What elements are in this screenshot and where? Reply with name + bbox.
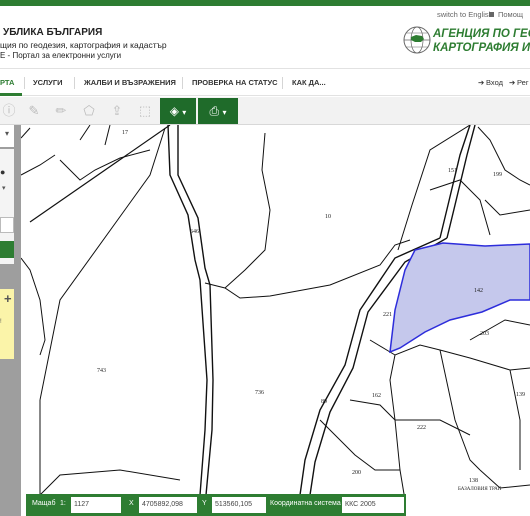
parcel-label: 199 <box>493 172 502 178</box>
parcel-label: 743 <box>97 368 106 374</box>
select-area-icon[interactable]: ⬚ <box>136 102 154 120</box>
register-link[interactable]: Рег <box>517 78 529 87</box>
main-navigation: РТА УСЛУГИ ЖАЛБИ И ВЪЗРАЖЕНИЯ ПРОВЕРКА Н… <box>0 68 530 96</box>
layers-button[interactable]: ◈ ▾ <box>160 98 196 124</box>
polygon-icon[interactable]: ⬠ <box>80 102 98 120</box>
print-button[interactable]: ⎙ ▾ <box>198 98 238 124</box>
nav-divider <box>24 77 25 89</box>
parcel-label: 162 <box>372 393 381 399</box>
panel-collapse-toggle[interactable]: ▾ <box>0 125 14 147</box>
left-side-panel: ▾ ● ▾ + ! <box>0 125 21 516</box>
pencil-icon[interactable]: ✏ <box>52 102 70 120</box>
nav-active-indicator <box>0 93 22 96</box>
plus-icon[interactable]: + <box>4 291 12 306</box>
chevron-down-icon: ▾ <box>2 185 6 192</box>
switch-language-link[interactable]: switch to English <box>437 10 493 19</box>
parcel-label: 10 <box>325 214 331 220</box>
header-title: УБЛИКА БЪЛГАРИЯ <box>3 27 103 38</box>
help-icon <box>489 12 494 17</box>
login-icon: ➔ <box>478 78 485 87</box>
chevron-down-icon: ▾ <box>222 108 227 117</box>
help-link[interactable]: Помощ <box>498 10 523 19</box>
nav-divider <box>74 77 75 89</box>
parcel-label: 203 <box>480 331 489 337</box>
scale-label: Мащаб <box>32 500 56 507</box>
parcel-label: 89 <box>321 399 327 405</box>
crs-label: Координатна система <box>270 500 341 507</box>
info-icon[interactable]: ⓘ <box>0 102 18 120</box>
marker-icon: ! <box>0 319 2 325</box>
parcel-label: 151 <box>448 168 457 174</box>
nav-divider <box>182 77 183 89</box>
search-input[interactable] <box>0 217 14 233</box>
nav-item-complaints[interactable]: ЖАЛБИ И ВЪЗРАЖЕНИЯ <box>84 78 176 87</box>
nav-divider <box>282 77 283 89</box>
location-pin-icon: ● <box>0 167 6 177</box>
status-bar: Мащаб 1: 1127 X 4705892,098 Y 513560,105… <box>26 494 406 516</box>
x-coordinate-label: X <box>129 500 134 507</box>
edit-icon[interactable]: ✎ <box>25 102 43 120</box>
scale-input[interactable]: 1127 <box>71 497 121 513</box>
parcel-label: 736 <box>255 390 264 396</box>
header-portal-name: Е - Портал за електронни услуги <box>0 51 122 60</box>
crs-select[interactable]: ККС 2005 <box>342 497 404 513</box>
scale-prefix: 1: <box>60 500 66 507</box>
map-canvas[interactable]: 17 646 10 151 199 142 221 203 743 736 89… <box>21 125 530 516</box>
parcel-label: 139 <box>516 392 525 398</box>
y-coordinate-field: 513560,105 <box>212 497 266 513</box>
parcel-label: 221 <box>383 312 392 318</box>
nav-item-map[interactable]: РТА <box>0 78 14 87</box>
parcel-label: 138 <box>469 478 478 484</box>
y-coordinate-label: Y <box>202 500 207 507</box>
parcel-label: 142 <box>474 288 483 294</box>
parcel-label: 646 <box>190 229 199 235</box>
parcel-label: 200 <box>352 470 361 476</box>
nav-item-how-to[interactable]: КАК ДА... <box>292 78 326 87</box>
search-button[interactable] <box>0 241 14 258</box>
agency-name-line2: КАРТОГРАФИЯ И К <box>433 42 530 54</box>
nav-item-services[interactable]: УСЛУГИ <box>33 78 62 87</box>
selected-parcel[interactable] <box>389 242 530 354</box>
nav-item-status-check[interactable]: ПРОВЕРКА НА СТАТУС <box>192 78 278 87</box>
map-toolbar: ⓘ ✎ ✏ ⬠ ⇪ ⬚ ◈ ▾ ⎙ ▾ <box>0 97 530 125</box>
login-link[interactable]: Вход <box>486 78 503 87</box>
cadastral-map[interactable]: 17 646 10 151 199 142 221 203 743 736 89… <box>21 125 530 516</box>
header-subtitle: щия по геодезия, картография и кадастър <box>0 40 167 50</box>
parcel-label: 222 <box>417 425 426 431</box>
header: УБЛИКА БЪЛГАРИЯ щия по геодезия, картогр… <box>0 6 530 68</box>
search-panel: ● ▾ <box>0 149 14 264</box>
area-name-label: БАЗАЛОВИЯ ТРАП <box>458 487 502 492</box>
chevron-down-icon: ▾ <box>182 108 187 117</box>
add-panel: + ! <box>0 289 14 359</box>
layers-icon: ◈ <box>169 104 179 118</box>
print-icon: ⎙ <box>209 104 220 118</box>
parcel-label: 17 <box>122 130 128 136</box>
register-icon: ➔ <box>509 78 516 87</box>
chevron-down-icon: ▾ <box>5 129 10 138</box>
agency-logo-icon <box>403 26 431 54</box>
x-coordinate-field: 4705892,098 <box>139 497 197 513</box>
upload-icon[interactable]: ⇪ <box>108 102 126 120</box>
agency-name-line1: АГЕНЦИЯ ПО ГЕОД <box>433 28 530 40</box>
